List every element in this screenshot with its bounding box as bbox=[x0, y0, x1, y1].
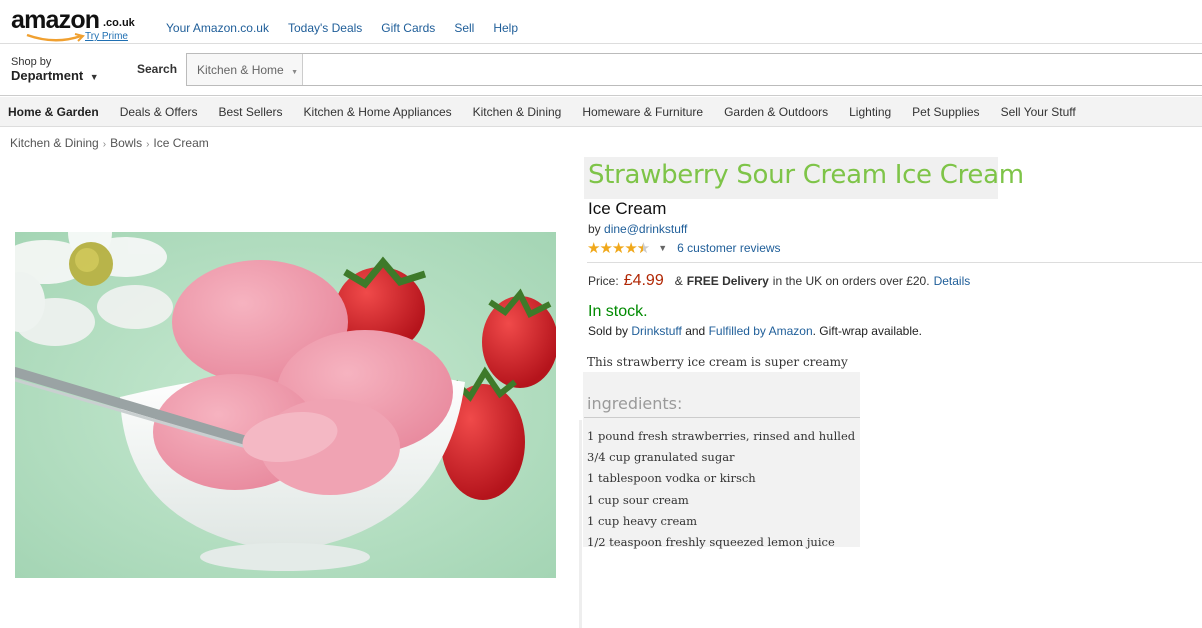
column-edge bbox=[579, 420, 582, 628]
price-label: Price: bbox=[588, 274, 619, 288]
ingredient-item: 3/4 cup granulated sugar bbox=[587, 450, 735, 465]
amazon-logo[interactable]: amazon .co.uk Try Prime bbox=[11, 6, 141, 42]
search-category-value: Kitchen & Home bbox=[197, 63, 284, 77]
chevron-down-icon: ▼ bbox=[89, 72, 99, 82]
cat-kitchen-home-appliances[interactable]: Kitchen & Home Appliances bbox=[304, 105, 452, 119]
cat-sell-your-stuff[interactable]: Sell Your Stuff bbox=[1001, 105, 1076, 119]
nav-gift-cards[interactable]: Gift Cards bbox=[381, 21, 435, 35]
cat-garden-outdoors[interactable]: Garden & Outdoors bbox=[724, 105, 828, 119]
cat-home-garden[interactable]: Home & Garden bbox=[8, 105, 99, 119]
shop-by-department[interactable]: Shop by Department ▼ bbox=[11, 55, 99, 84]
chevron-right-icon: › bbox=[146, 139, 150, 150]
gift-wrap-text: . Gift-wrap available. bbox=[812, 324, 923, 338]
price-value: £4.99 bbox=[623, 272, 664, 289]
breadcrumb: Kitchen & Dining › Bowls › Ice Cream bbox=[10, 136, 209, 150]
sold-by-label: Sold by bbox=[588, 324, 629, 338]
seller-link[interactable]: Drinkstuff bbox=[631, 324, 681, 338]
breadcrumb-item[interactable]: Bowls bbox=[110, 136, 142, 150]
chevron-down-icon: ▼ bbox=[291, 69, 298, 76]
search-label: Search bbox=[137, 62, 178, 76]
product-subtitle: Ice Cream bbox=[588, 199, 667, 218]
customer-reviews-link[interactable]: 6 customer reviews bbox=[677, 241, 780, 255]
breadcrumb-item[interactable]: Kitchen & Dining bbox=[10, 136, 99, 150]
divider bbox=[587, 262, 1202, 263]
cat-lighting[interactable]: Lighting bbox=[849, 105, 891, 119]
rating-row: ★★★★★★ ▼ 6 customer reviews bbox=[587, 239, 781, 257]
ingredients-rule bbox=[584, 417, 860, 418]
ingredient-item: 1 pound fresh strawberries, rinsed and h… bbox=[587, 429, 856, 443]
brand-link[interactable]: dine@drinkstuff bbox=[604, 222, 687, 236]
category-nav: Home & Garden Deals & Offers Best Seller… bbox=[0, 97, 1202, 127]
shop-by-label: Shop by bbox=[11, 56, 52, 68]
nav-your-amazon[interactable]: Your Amazon.co.uk bbox=[166, 21, 269, 35]
star-rating-icon[interactable]: ★★★★★★ bbox=[587, 239, 650, 257]
cat-homeware-furniture[interactable]: Homeware & Furniture bbox=[582, 105, 703, 119]
chevron-down-icon[interactable]: ▼ bbox=[658, 243, 667, 253]
cat-best-sellers[interactable]: Best Sellers bbox=[219, 105, 283, 119]
recipe-description: This strawberry ice cream is super cream… bbox=[587, 355, 848, 369]
logo-domain: .co.uk bbox=[103, 17, 135, 29]
details-link[interactable]: Details bbox=[934, 274, 971, 288]
stock-status: In stock. bbox=[588, 303, 648, 320]
product-title: Strawberry Sour Cream Ice Cream bbox=[588, 160, 1024, 190]
ingredients-heading: ingredients: bbox=[587, 394, 683, 413]
and-text: and bbox=[685, 324, 706, 338]
ingredient-item: 1 cup sour cream bbox=[587, 492, 689, 507]
ingredient-item: 1/2 teaspoon freshly squeezed lemon juic… bbox=[587, 535, 835, 550]
sold-by: Sold by Drinkstuff and Fulfilled by Amaz… bbox=[588, 324, 922, 338]
byline: by dine@drinkstuff bbox=[588, 222, 687, 236]
cat-pet-supplies[interactable]: Pet Supplies bbox=[912, 105, 979, 119]
delivery-prefix: & bbox=[674, 274, 683, 288]
ice-cream-photo bbox=[15, 232, 556, 578]
ingredient-item: 1 cup heavy cream bbox=[587, 513, 698, 528]
breadcrumb-item[interactable]: Ice Cream bbox=[153, 136, 208, 150]
nav-sell[interactable]: Sell bbox=[454, 21, 474, 35]
top-bar: amazon .co.uk Try Prime Your Amazon.co.u… bbox=[0, 0, 1202, 44]
chevron-right-icon: › bbox=[102, 139, 107, 150]
delivery-text: in the UK on orders over £20. bbox=[772, 274, 930, 288]
top-nav: Your Amazon.co.uk Today's Deals Gift Car… bbox=[166, 21, 518, 35]
product-image[interactable] bbox=[15, 232, 556, 578]
fulfilled-by-link[interactable]: Fulfilled by Amazon bbox=[709, 324, 813, 338]
smile-arrow-icon bbox=[26, 33, 85, 42]
price-row: Price: £4.99 & FREE Delivery in the UK o… bbox=[588, 272, 970, 290]
search-input[interactable]: Kitchen & Home ▼ bbox=[186, 53, 1202, 86]
department-label: Department bbox=[11, 68, 84, 83]
search-category-select[interactable]: Kitchen & Home ▼ bbox=[187, 54, 303, 85]
ingredient-item: 1 tablespoon vodka or kirsch bbox=[587, 471, 756, 486]
search-row: Shop by Department ▼ Search Kitchen & Ho… bbox=[0, 45, 1202, 96]
cat-kitchen-dining[interactable]: Kitchen & Dining bbox=[473, 105, 562, 119]
nav-todays-deals[interactable]: Today's Deals bbox=[288, 21, 362, 35]
by-label: by bbox=[588, 222, 601, 236]
nav-help[interactable]: Help bbox=[493, 21, 518, 35]
ingredients-list: 1 pound fresh strawberries, rinsed and h… bbox=[587, 426, 855, 553]
try-prime-link[interactable]: Try Prime bbox=[85, 31, 128, 42]
cat-deals-offers[interactable]: Deals & Offers bbox=[120, 105, 198, 119]
free-delivery: FREE Delivery bbox=[686, 274, 769, 288]
